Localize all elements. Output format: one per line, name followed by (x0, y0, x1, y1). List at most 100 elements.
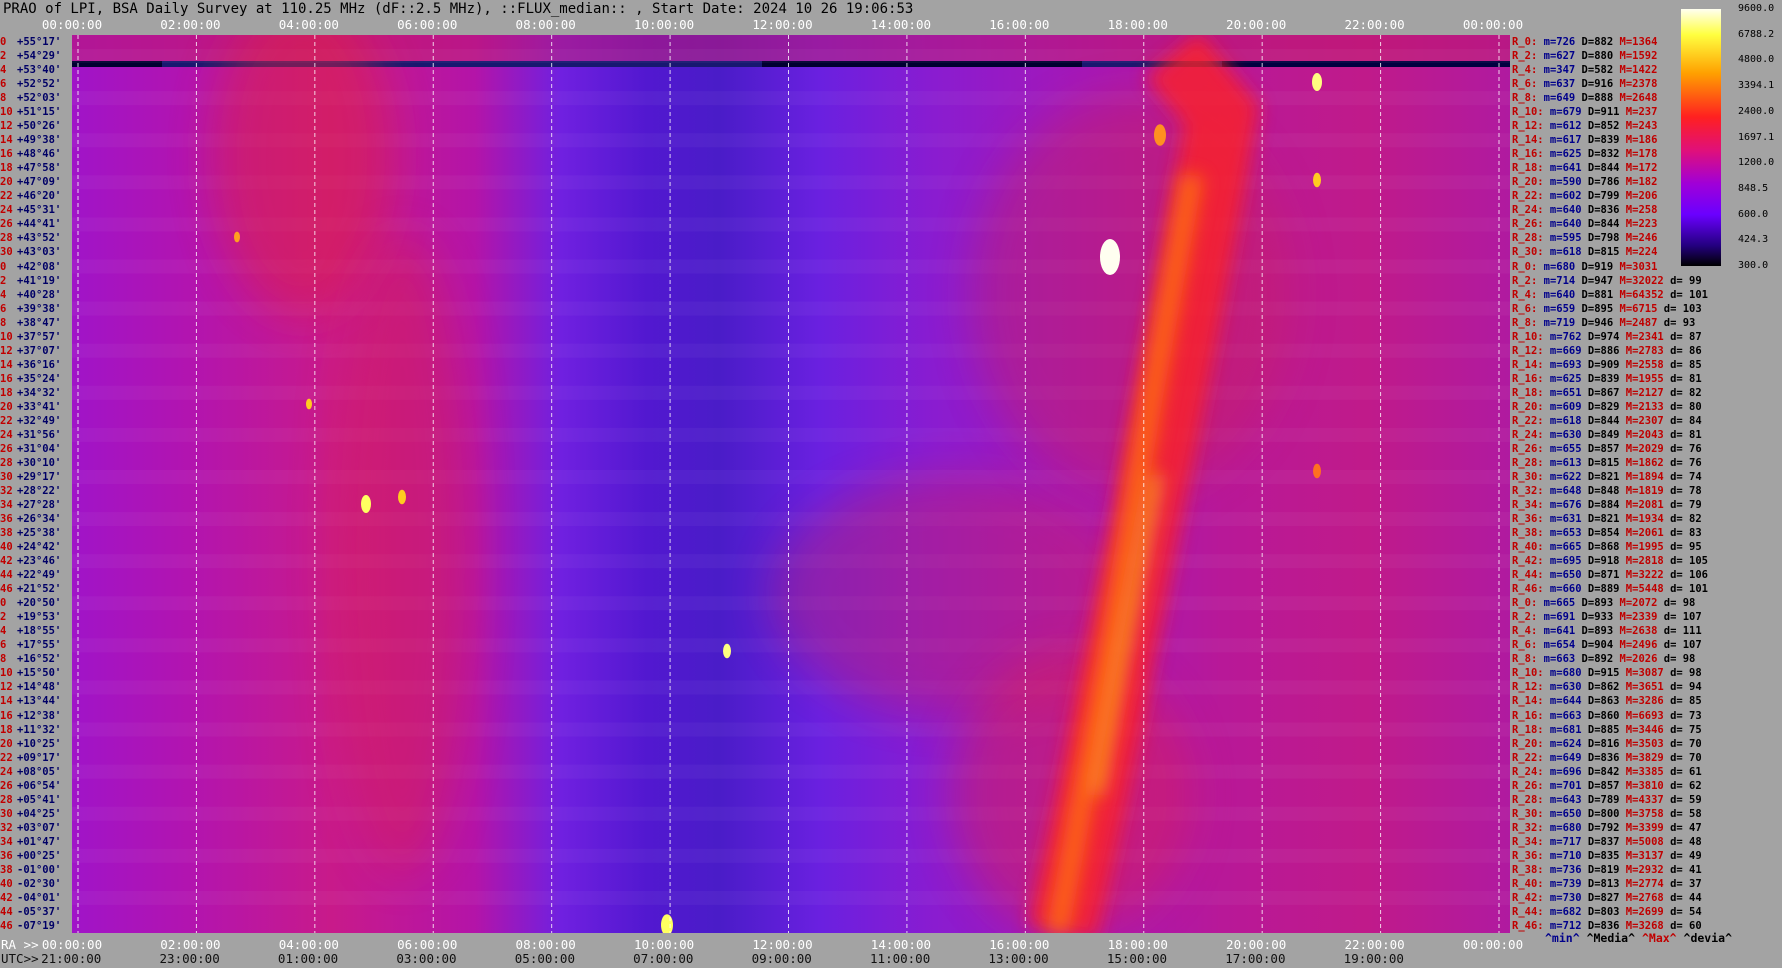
stats-deviation: d= 73 (1663, 709, 1702, 722)
row-index: 8 (0, 653, 7, 666)
stats-median: D=813 (1581, 877, 1620, 890)
stats-min: m=693 (1543, 358, 1582, 371)
stats-row: R_38: m=736 D=819 M=2932 d= 41 (1512, 863, 1702, 877)
stats-max: M=6715 (1613, 302, 1658, 315)
stats-median: D=799 (1581, 190, 1620, 203)
declination-label: +33°41' (17, 400, 62, 413)
stats-median: D=835 (1581, 849, 1620, 862)
stats-median: D=862 (1581, 681, 1620, 694)
declination-label: +45°31' (17, 204, 62, 217)
stats-median: D=916 (1575, 78, 1614, 91)
row-index: 40 (0, 877, 13, 890)
stats-row: R_0: m=680 D=919 M=3031 (1512, 260, 1657, 274)
stats-max: M=1819 (1619, 485, 1664, 497)
stats-max: M=3758 (1619, 807, 1664, 820)
stats-row: R_22: m=602 D=799 M=206 (1512, 189, 1657, 203)
declination-label: +06°54' (17, 779, 62, 792)
stats-max: M=2818 (1619, 555, 1664, 568)
chart-title: PRAO of LPI, BSA Daily Survey at 110.25 … (3, 1, 914, 17)
stats-row: R_42: m=695 D=918 M=2818 d= 105 (1512, 554, 1708, 568)
stats-row: R_6: m=659 D=895 M=6715 d= 103 (1512, 302, 1702, 316)
colorbar-label: 4800.0 (1738, 54, 1775, 66)
stats-row: R_28: m=643 D=789 M=4337 d= 59 (1512, 793, 1702, 807)
stats-min: m=681 (1543, 723, 1582, 736)
declination-row: 24 +31°56' (0, 428, 61, 442)
row-index: 36 (0, 849, 13, 862)
stats-max: M=1592 (1613, 50, 1658, 63)
stats-median: D=815 (1581, 456, 1620, 469)
stats-max: M=178 (1619, 148, 1658, 161)
stats-min: m=643 (1543, 793, 1582, 806)
row-index: 0 (0, 260, 7, 273)
stats-deviation: d= 86 (1663, 344, 1702, 357)
declination-label: +52°03' (17, 92, 62, 105)
stats-max: M=3503 (1619, 737, 1664, 750)
stats-legend-item: ^devia^ (1683, 931, 1732, 945)
declination-row: 4 +40°28' (0, 288, 61, 302)
stats-row: R_24: m=640 D=836 M=258 (1512, 203, 1657, 217)
declination-label: +49°38' (17, 134, 62, 147)
stats-row: R_22: m=649 D=836 M=3829 d= 70 (1512, 751, 1702, 765)
stats-max: M=5448 (1619, 583, 1664, 596)
stats-row: R_8: m=663 D=892 M=2026 d= 98 (1512, 652, 1695, 666)
row-index: 18 (0, 723, 13, 736)
stats-receiver: R_26: (1512, 442, 1544, 455)
row-index: 44 (0, 905, 13, 918)
stats-min: m=640 (1543, 218, 1582, 231)
top-tick-label: 06:00:00 (397, 17, 458, 32)
stats-min: m=590 (1543, 176, 1582, 189)
declination-label: +19°53' (17, 611, 62, 624)
stats-receiver: R_44: (1512, 569, 1544, 582)
declination-row: 38 +25°38' (0, 526, 61, 540)
stats-deviation: d= 98 (1657, 597, 1696, 610)
declination-label: +29°17' (17, 470, 62, 483)
stats-deviation: d= 75 (1663, 723, 1702, 736)
stats-deviation: d= 106 (1663, 569, 1709, 582)
declination-label: +16°52' (17, 653, 62, 666)
stats-row: R_28: m=613 D=815 M=1862 d= 76 (1512, 456, 1702, 470)
row-index: 30 (0, 246, 13, 259)
stats-min: m=679 (1543, 106, 1582, 119)
stats-max: M=3651 (1619, 681, 1664, 694)
stats-min: m=625 (1543, 372, 1582, 385)
utc-tick-label: 21:00:00 (41, 951, 102, 966)
stats-receiver: R_14: (1512, 358, 1544, 371)
ra-tick-label: 10:00:00 (633, 937, 695, 952)
stats-median: D=947 (1575, 274, 1614, 287)
declination-row: 18 +34°32' (0, 386, 61, 400)
stats-receiver: R_24: (1512, 428, 1544, 441)
declination-row: 46 +21°52' (0, 582, 61, 596)
heatmap-panel (72, 0, 1510, 941)
stats-receiver: R_10: (1512, 106, 1544, 119)
row-index: 16 (0, 709, 13, 722)
declination-label: +37°57' (17, 330, 62, 343)
stats-deviation: d= 76 (1663, 456, 1702, 469)
stats-max: M=237 (1619, 106, 1658, 119)
stats-max: M=2932 (1619, 863, 1664, 876)
row-index: 2 (0, 50, 7, 63)
stats-max: M=2307 (1619, 414, 1664, 427)
declination-row: 28 +05°41' (0, 793, 61, 807)
stats-row: R_36: m=710 D=835 M=3137 d= 49 (1512, 849, 1702, 863)
utc-tick-label: 17:00:00 (1225, 951, 1286, 966)
declination-label: +48°46' (17, 148, 62, 161)
declination-row: 0 +20°50' (0, 596, 61, 610)
top-tick-label: 04:00:00 (278, 17, 339, 32)
stats-min: m=641 (1543, 162, 1582, 175)
top-tick-label: 16:00:00 (989, 17, 1050, 32)
stats-deviation: d= 105 (1663, 555, 1709, 568)
declination-label: +22°49' (17, 569, 62, 582)
stats-receiver: R_18: (1512, 386, 1544, 399)
stats-min: m=630 (1543, 681, 1582, 694)
stats-receiver: R_36: (1512, 513, 1544, 526)
stats-min: m=651 (1543, 386, 1582, 399)
stats-receiver: R_4: (1512, 625, 1538, 638)
stats-median: D=884 (1581, 499, 1620, 512)
stats-row: R_40: m=739 D=813 M=2774 d= 37 (1512, 877, 1702, 891)
stats-row: R_36: m=631 D=821 M=1934 d= 82 (1512, 512, 1702, 526)
stats-max: M=2026 (1613, 653, 1658, 666)
stats-median: D=839 (1581, 372, 1620, 385)
stats-deviation: d= 85 (1663, 695, 1702, 708)
stats-deviation: d= 49 (1663, 849, 1702, 862)
stats-min: m=609 (1543, 400, 1582, 413)
